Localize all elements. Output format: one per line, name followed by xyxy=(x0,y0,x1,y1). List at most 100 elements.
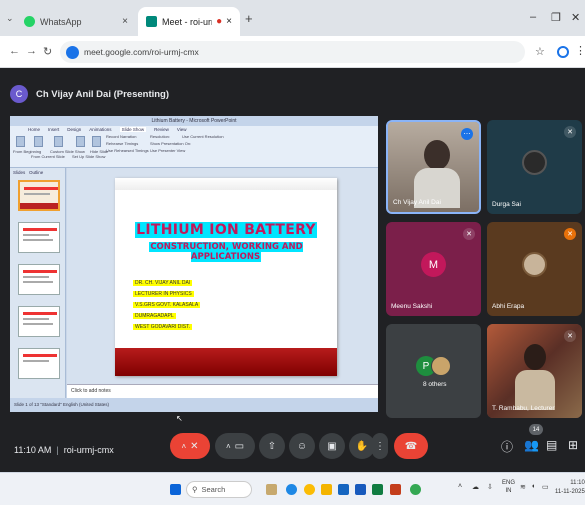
powerpoint-icon[interactable] xyxy=(390,484,401,495)
word-icon[interactable] xyxy=(355,484,366,495)
participant-tile[interactable]: ✕ Abhi Erapa xyxy=(487,222,582,316)
captions-button[interactable]: ▣ xyxy=(319,433,345,459)
ribbon-label: Set Up Slide Show xyxy=(72,154,106,159)
language-indicator[interactable]: ENG IN xyxy=(502,479,515,495)
current-slide: LITHIUM ION BATTERY CONSTRUCTION, WORKIN… xyxy=(115,178,337,376)
present-button[interactable]: ⇧ xyxy=(259,433,285,459)
participant-tile[interactable]: ✕ Durga Sai xyxy=(487,120,582,214)
chat-icon[interactable]: ▤ xyxy=(546,438,557,452)
slide-canvas: LITHIUM ION BATTERY CONSTRUCTION, WORKIN… xyxy=(67,168,378,398)
lang-sub-text: IN xyxy=(505,488,512,494)
camera-icon: ▭ xyxy=(234,440,245,452)
wifi-icon[interactable]: ≋ xyxy=(520,483,526,491)
recording-dot-icon: ● xyxy=(216,16,223,27)
start-icon[interactable] xyxy=(170,484,181,495)
pane-tab-outline: Outline xyxy=(29,170,44,175)
restore-button[interactable]: ❐ xyxy=(551,11,561,24)
ribbon-label: Rehearse Timings xyxy=(106,141,139,146)
mouse-cursor-icon: ↖ xyxy=(176,414,183,423)
back-button[interactable]: ← xyxy=(9,45,20,57)
slides-pane-tabs: Slides Outline xyxy=(10,168,65,177)
chevron-up-icon[interactable]: ˄ xyxy=(181,442,186,451)
tab-meet[interactable]: Meet - roi-urmj-cmx ● × xyxy=(138,7,240,36)
presenter-avatar: C xyxy=(10,85,28,103)
participant-avatar xyxy=(522,150,547,175)
info-icon[interactable]: ⓘ xyxy=(501,438,513,455)
slide-subtitle: CONSTRUCTION, WORKING AND APPLICATIONS xyxy=(149,242,303,262)
participant-video xyxy=(524,344,546,370)
cloud-icon[interactable]: ☁ xyxy=(472,483,479,491)
tab-title: WhatsApp xyxy=(40,16,82,27)
bookmark-star-icon[interactable]: ☆ xyxy=(535,45,545,58)
participant-video xyxy=(424,140,450,170)
chevron-up-icon[interactable]: ˄ xyxy=(226,442,231,451)
participant-name: Meenu Sakshi xyxy=(391,303,433,310)
close-tab-icon[interactable]: × xyxy=(226,16,232,27)
participant-avatar: M xyxy=(421,252,446,277)
participant-count-badge: 14 xyxy=(529,424,543,435)
author-line: LECTURER IN PHYSICS xyxy=(133,291,194,297)
people-icon[interactable]: 👥 xyxy=(524,438,539,452)
battery-icon[interactable]: ▭ xyxy=(542,483,549,491)
ribbon-label: Record Narration xyxy=(106,134,137,139)
participant-name: Durga Sai xyxy=(492,201,521,208)
whatsapp-icon xyxy=(24,16,35,27)
tab-whatsapp[interactable]: WhatsApp × xyxy=(16,7,136,36)
meeting-code: roi-urmj-cmx xyxy=(63,445,114,455)
tab-search-chevron-icon[interactable]: ⌄ xyxy=(6,13,14,24)
app-icon[interactable] xyxy=(338,484,349,495)
site-info-icon[interactable] xyxy=(66,45,79,59)
url-field[interactable]: meet.google.com/roi-urmj-cmx xyxy=(60,41,525,63)
powerpoint-title-bar: Lithium Battery - Microsoft PowerPoint xyxy=(10,116,378,126)
close-tab-icon[interactable]: × xyxy=(122,16,128,27)
more-options-button[interactable]: ⋮ xyxy=(372,433,388,459)
slides-pane: Slides Outline xyxy=(10,168,66,398)
chrome-icon[interactable] xyxy=(304,484,315,495)
slideshow-icon xyxy=(54,136,63,147)
chevron-up-icon[interactable]: ˄ xyxy=(458,483,462,490)
leave-call-button[interactable]: ☎ xyxy=(394,433,428,459)
emoji-button[interactable]: ☺ xyxy=(289,433,315,459)
file-explorer-icon[interactable] xyxy=(321,484,332,495)
participant-tile[interactable]: ✕ T. Rambabu, Lecturer xyxy=(487,324,582,418)
new-tab-button[interactable]: + xyxy=(245,11,253,26)
powerpoint-status-bar: Slide 1 of 13 "Standard" English (United… xyxy=(10,398,378,412)
usb-icon[interactable]: ⇩ xyxy=(487,483,493,491)
others-label: 8 others xyxy=(423,381,447,388)
edge-icon[interactable] xyxy=(286,484,297,495)
chrome-icon[interactable] xyxy=(410,484,421,495)
ribbon-tab: Animations xyxy=(89,127,112,132)
mic-toggle-button[interactable]: ˄ ✕ xyxy=(170,433,210,459)
ribbon-tab: View xyxy=(176,127,187,132)
browser-menu-icon[interactable]: ⋮ xyxy=(575,44,585,57)
ribbon-tabs: Home Insert Design Animations Slide Show… xyxy=(28,127,187,132)
camera-toggle-button[interactable]: ˄ ▭ xyxy=(215,433,255,459)
activities-icon[interactable]: ⊞ xyxy=(568,438,578,452)
ribbon-tab: Home xyxy=(28,127,41,132)
excel-icon[interactable] xyxy=(372,484,383,495)
slide-thumbnail xyxy=(18,348,60,379)
app-icon[interactable] xyxy=(266,484,277,495)
speaker-icon[interactable]: ◖ xyxy=(531,483,535,490)
powerpoint-ribbon: Home Insert Design Animations Slide Show… xyxy=(10,126,378,168)
minimize-button[interactable]: – xyxy=(530,11,536,23)
forward-button[interactable]: → xyxy=(26,45,37,57)
more-options-icon[interactable]: ⋯ xyxy=(461,128,473,140)
emoji-icon: ☺ xyxy=(296,440,308,452)
meet-stage: C Ch Vijay Anil Dai (Presenting) Lithium… xyxy=(0,68,585,472)
participant-tile[interactable]: P 8 others xyxy=(386,324,481,418)
close-window-button[interactable]: ✕ xyxy=(571,11,580,24)
profile-avatar[interactable] xyxy=(557,46,569,58)
pane-tab-slides: Slides xyxy=(13,170,26,175)
shared-screen[interactable]: Lithium Battery - Microsoft PowerPoint H… xyxy=(10,116,378,412)
participant-tile[interactable]: ⋯ Ch Vijay Anil Dai xyxy=(386,120,481,214)
slide-thumbnail xyxy=(18,180,60,211)
participant-tile[interactable]: M ✕ Meenu Sakshi xyxy=(386,222,481,316)
taskbar-search[interactable]: ⚲ Search xyxy=(186,481,252,498)
slideshow-icon xyxy=(92,136,101,147)
participant-name: Ch Vijay Anil Dai xyxy=(393,199,441,206)
raise-hand-icon: ✋ xyxy=(355,440,369,452)
time-text: 11:10 AM xyxy=(14,445,52,455)
system-clock[interactable]: 11:10 11-11-2025 xyxy=(555,479,585,497)
reload-button[interactable]: ↻ xyxy=(43,45,52,58)
